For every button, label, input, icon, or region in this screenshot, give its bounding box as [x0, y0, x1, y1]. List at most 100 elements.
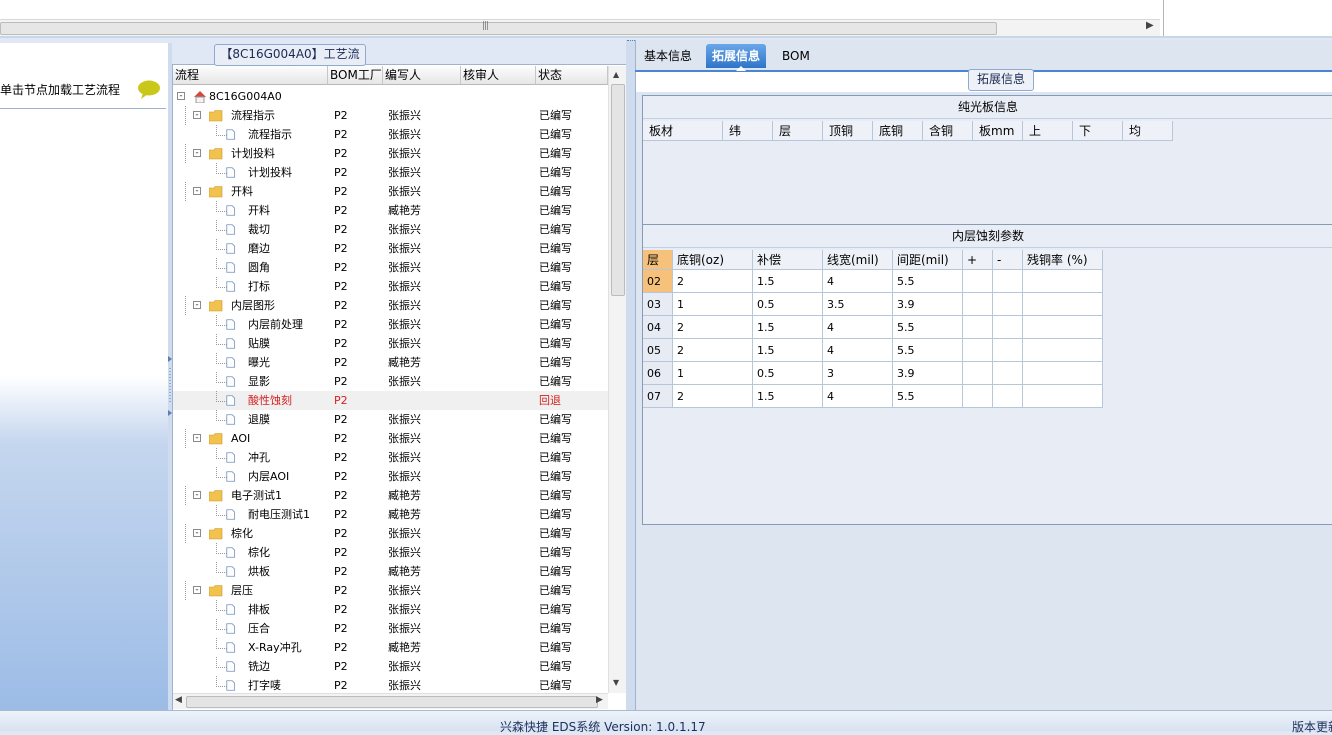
- tree-row[interactable]: - 开料 P2 张振兴 已编写: [173, 182, 608, 201]
- etch-cell[interactable]: [993, 385, 1023, 408]
- etch-cell[interactable]: 4: [823, 385, 893, 408]
- tree-row[interactable]: 压合 P2 张振兴 已编写: [173, 619, 608, 638]
- etch-cell[interactable]: [963, 270, 993, 293]
- etch-cell[interactable]: [1023, 339, 1103, 362]
- scroll-down-arrow-icon[interactable]: ▼: [613, 678, 619, 687]
- etch-cell[interactable]: 2: [673, 316, 753, 339]
- board-column-header[interactable]: 底铜: [873, 121, 923, 141]
- tree-row[interactable]: - 内层图形 P2 张振兴 已编写: [173, 296, 608, 315]
- etch-column-header[interactable]: -: [993, 250, 1023, 270]
- etch-cell[interactable]: [1023, 362, 1103, 385]
- etch-cell[interactable]: 3.9: [893, 362, 963, 385]
- etch-cell[interactable]: 1.5: [753, 270, 823, 293]
- etch-cell[interactable]: 06: [643, 362, 673, 385]
- tree-horizontal-scrollbar[interactable]: ◀ ▶: [173, 693, 608, 709]
- board-column-header[interactable]: 板mm: [973, 121, 1023, 141]
- etch-cell[interactable]: [963, 385, 993, 408]
- etch-cell[interactable]: [963, 316, 993, 339]
- etch-column-header[interactable]: 层: [643, 250, 673, 270]
- etch-cell[interactable]: 3: [823, 362, 893, 385]
- etch-cell[interactable]: [1023, 270, 1103, 293]
- tree-row[interactable]: X-Ray冲孔 P2 臧艳芳 已编写: [173, 638, 608, 657]
- column-header-status[interactable]: 状态: [536, 66, 608, 85]
- etch-cell[interactable]: 07: [643, 385, 673, 408]
- etch-cell[interactable]: 0.5: [753, 293, 823, 316]
- etch-cell[interactable]: 02: [643, 270, 673, 293]
- etch-cell[interactable]: 4: [823, 339, 893, 362]
- etch-cell[interactable]: 1: [673, 362, 753, 385]
- scroll-up-arrow-icon[interactable]: ▲: [613, 70, 619, 79]
- etch-column-header[interactable]: +: [963, 250, 993, 270]
- tab-basic-info[interactable]: 基本信息: [638, 44, 698, 68]
- tab-extended-info[interactable]: 拓展信息: [706, 44, 767, 68]
- etch-cell[interactable]: [963, 293, 993, 316]
- tree-row[interactable]: 磨边 P2 张振兴 已编写: [173, 239, 608, 258]
- scroll-left-arrow-icon[interactable]: ◀: [175, 695, 182, 705]
- tree-row[interactable]: - 流程指示 P2 张振兴 已编写: [173, 106, 608, 125]
- etch-cell[interactable]: [1023, 385, 1103, 408]
- collapse-toggle-icon[interactable]: -: [193, 187, 201, 196]
- board-column-header[interactable]: 层: [773, 121, 823, 141]
- etch-cell[interactable]: 4: [823, 270, 893, 293]
- top-horizontal-scrollbar[interactable]: ||| ▶: [0, 19, 1160, 36]
- etch-cell[interactable]: [993, 339, 1023, 362]
- board-column-header[interactable]: 上: [1023, 121, 1073, 141]
- etch-cell[interactable]: 5.5: [893, 270, 963, 293]
- etch-column-header[interactable]: 间距(mil): [893, 250, 963, 270]
- etch-cell[interactable]: 03: [643, 293, 673, 316]
- etch-cell[interactable]: [993, 270, 1023, 293]
- column-header-writer[interactable]: 编写人: [383, 66, 461, 85]
- scroll-thumb[interactable]: [186, 696, 598, 708]
- tree-row[interactable]: 内层AOI P2 张振兴 已编写: [173, 467, 608, 486]
- collapse-toggle-icon[interactable]: -: [193, 111, 201, 120]
- etch-cell[interactable]: 3.9: [893, 293, 963, 316]
- etch-cell[interactable]: 1.5: [753, 385, 823, 408]
- collapse-toggle-icon[interactable]: -: [193, 434, 201, 443]
- board-column-header[interactable]: 含铜: [923, 121, 973, 141]
- etch-cell[interactable]: 2: [673, 270, 753, 293]
- etch-cell[interactable]: [993, 316, 1023, 339]
- etch-cell[interactable]: [993, 293, 1023, 316]
- etch-cell[interactable]: 5.5: [893, 385, 963, 408]
- column-header-bom-factory[interactable]: BOM工厂: [328, 66, 383, 85]
- scroll-thumb[interactable]: [0, 22, 997, 35]
- etch-cell[interactable]: [963, 362, 993, 385]
- column-header-flow[interactable]: 流程: [173, 66, 328, 85]
- tree-row[interactable]: 打字唛 P2 张振兴 已编写: [173, 676, 608, 693]
- etch-cell[interactable]: 04: [643, 316, 673, 339]
- tree-row[interactable]: 曝光 P2 臧艳芳 已编写: [173, 353, 608, 372]
- etch-cell[interactable]: 2: [673, 339, 753, 362]
- etch-cell[interactable]: 1.5: [753, 339, 823, 362]
- update-link[interactable]: 版本更新: [1292, 718, 1332, 735]
- etch-cell[interactable]: 4: [823, 316, 893, 339]
- etch-cell[interactable]: 3.5: [823, 293, 893, 316]
- tree-row[interactable]: 退膜 P2 张振兴 已编写: [173, 410, 608, 429]
- tree-row[interactable]: 铣边 P2 张振兴 已编写: [173, 657, 608, 676]
- board-column-header[interactable]: 顶铜: [823, 121, 873, 141]
- tree-row[interactable]: 裁切 P2 张振兴 已编写: [173, 220, 608, 239]
- collapse-toggle-icon[interactable]: -: [193, 529, 201, 538]
- collapse-toggle-icon[interactable]: -: [177, 92, 185, 101]
- etch-column-header[interactable]: 残铜率 (%): [1023, 250, 1103, 270]
- etch-cell[interactable]: 5.5: [893, 316, 963, 339]
- tree-vertical-scrollbar[interactable]: ▲ ▼: [608, 66, 626, 693]
- board-column-header[interactable]: 纬: [723, 121, 773, 141]
- tree-row[interactable]: - 计划投料 P2 张振兴 已编写: [173, 144, 608, 163]
- etch-cell[interactable]: 1: [673, 293, 753, 316]
- etch-cell[interactable]: 05: [643, 339, 673, 362]
- etch-cell[interactable]: [993, 362, 1023, 385]
- etch-column-header[interactable]: 底铜(oz): [673, 250, 753, 270]
- tree-row[interactable]: 烘板 P2 臧艳芳 已编写: [173, 562, 608, 581]
- etch-column-header[interactable]: 线宽(mil): [823, 250, 893, 270]
- tree-row[interactable]: - 8C16G004A0: [173, 87, 608, 106]
- scroll-right-arrow-icon[interactable]: ▶: [596, 695, 603, 705]
- tree-row[interactable]: - 层压 P2 张振兴 已编写: [173, 581, 608, 600]
- tree-row[interactable]: 棕化 P2 张振兴 已编写: [173, 543, 608, 562]
- tree-row[interactable]: - AOI P2 张振兴 已编写: [173, 429, 608, 448]
- etch-cell[interactable]: 0.5: [753, 362, 823, 385]
- etch-cell[interactable]: [963, 339, 993, 362]
- tree-row[interactable]: - 电子测试1 P2 臧艳芳 已编写: [173, 486, 608, 505]
- collapse-toggle-icon[interactable]: -: [193, 301, 201, 310]
- board-column-header[interactable]: 下: [1073, 121, 1123, 141]
- tree-row[interactable]: 贴膜 P2 张振兴 已编写: [173, 334, 608, 353]
